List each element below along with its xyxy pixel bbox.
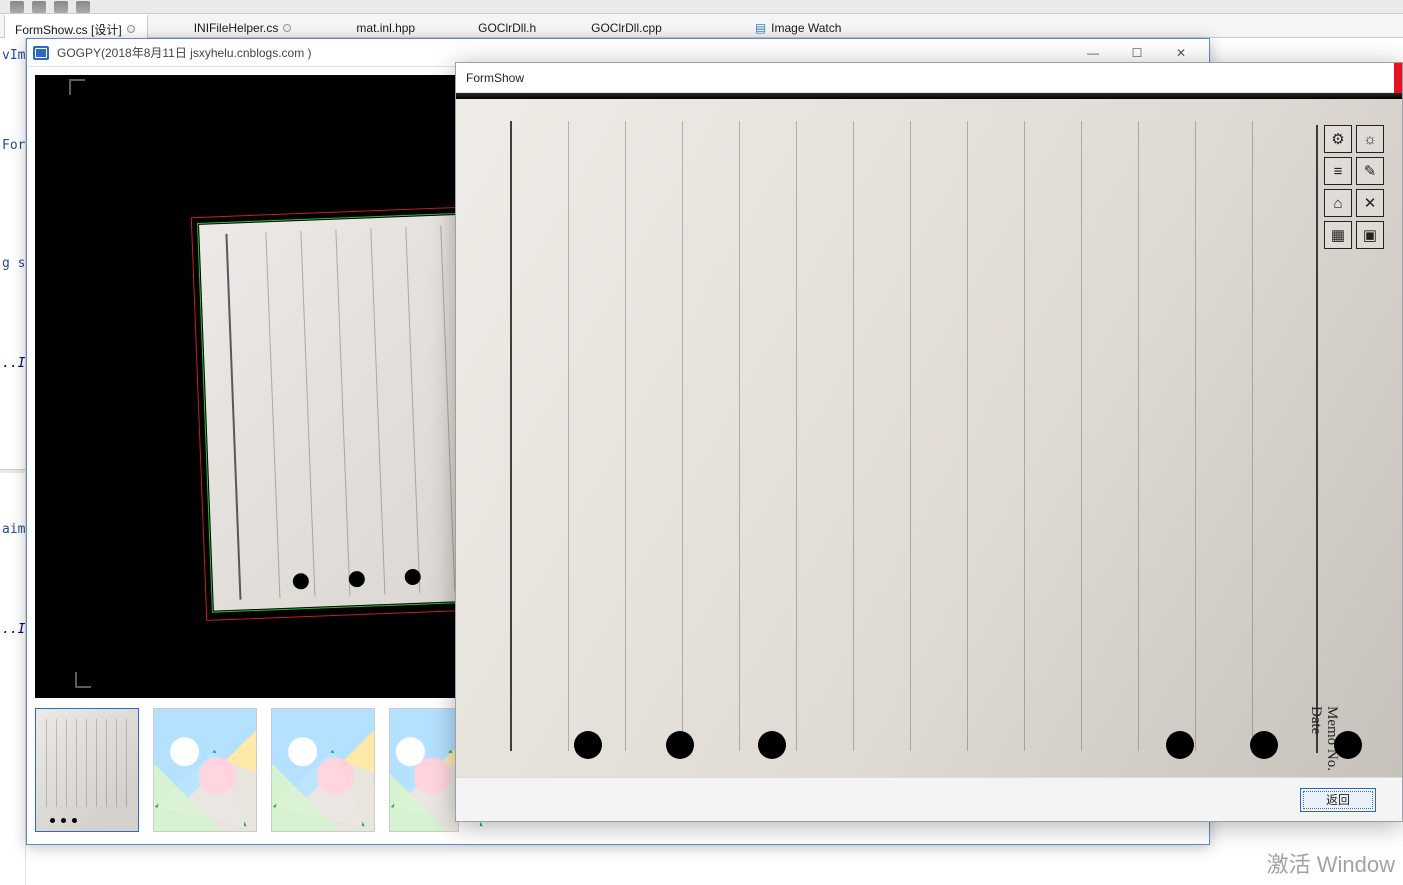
tab-mat-inl[interactable]: mat.inl.hpp [346,14,428,37]
pin-icon[interactable] [127,25,135,33]
thumbnail-item[interactable] [389,708,459,832]
thumbnail-item[interactable] [35,708,139,832]
code-fragment: ..Im [2,622,26,637]
document-tabstrip: FormShow.cs [设计] INIFileHelper.cs mat.in… [0,14,1403,38]
code-fragment: vImag [2,48,26,63]
formshow-titlebar[interactable]: FormShow [456,63,1402,93]
close-button[interactable] [1394,63,1402,93]
stamp-icon: ▣ [1356,221,1384,249]
formshow-footer: 返回 [456,777,1402,821]
formshow-window: FormShow ⚙ ☼ ≡ ✎ ⌂ ✕ [455,62,1403,822]
app-icon [33,46,49,60]
code-gutter: vImag For g st ..Im aim ..Im [0,38,26,885]
code-fragment: ..Im [2,356,26,371]
toolbar-icon [10,1,24,13]
tab-label: mat.inl.hpp [356,21,415,35]
scanned-image[interactable]: ⚙ ☼ ≡ ✎ ⌂ ✕ ▦ ▣ Memo No. Date [456,99,1402,777]
stamp-icons: ⚙ ☼ ≡ ✎ ⌂ ✕ ▦ ▣ [1324,125,1384,249]
tab-goclrdll-cpp[interactable]: GOClrDll.cpp [581,14,675,37]
tab-inifilehelper[interactable]: INIFileHelper.cs [184,14,305,37]
ide-toolbar[interactable] [0,0,1403,14]
crop-corner-icon [75,672,91,688]
window-title: GOGPY(2018年8月11日 jsxyhelu.cnblogs.com ) [57,44,1063,61]
return-button[interactable]: 返回 [1300,788,1376,812]
stamp-icon: ▦ [1324,221,1352,249]
memo-column: ⚙ ☼ ≡ ✎ ⌂ ✕ ▦ ▣ Memo No. Date [1316,125,1392,753]
tab-label: FormShow.cs [设计] [15,21,122,38]
code-fragment: g st [2,256,26,271]
toolbar-icon [54,1,68,13]
stamp-icon: ⚙ [1324,125,1352,153]
stamp-icon: ⌂ [1324,189,1352,217]
crop-corner-icon [69,79,85,95]
code-fragment: For [2,138,25,153]
close-icon: ✕ [1176,46,1186,60]
tab-formshow-design[interactable]: FormShow.cs [设计] [4,14,148,38]
thumbnail-item[interactable] [153,708,257,832]
thumbnail-item[interactable] [271,708,375,832]
tab-label: INIFileHelper.cs [194,21,279,35]
tab-image-watch[interactable]: ▤ Image Watch [745,14,855,37]
stamp-icon: ✎ [1356,157,1384,185]
tab-label: Image Watch [771,21,841,35]
windows-activation-watermark: 激活 Window [1267,847,1395,879]
tab-goclrdll-h[interactable]: GOClrDll.h [468,14,549,37]
pin-icon[interactable] [283,24,291,32]
paper-holes-left [574,731,786,759]
minimize-icon: — [1087,46,1099,60]
maximize-icon: ☐ [1132,46,1143,60]
stamp-icon: ✕ [1356,189,1384,217]
code-fragment: aim [2,522,25,537]
paper-holes-right [1166,731,1362,759]
preview-icon: ▤ [755,21,766,35]
stamp-icon: ≡ [1324,157,1352,185]
stamp-icon: ☼ [1356,125,1384,153]
tab-label: GOClrDll.h [478,21,536,35]
toolbar-icon [76,1,90,13]
tab-label: GOClrDll.cpp [591,21,662,35]
toolbar-icon [32,1,46,13]
window-title: FormShow [466,71,524,85]
formshow-body: ⚙ ☼ ≡ ✎ ⌂ ✕ ▦ ▣ Memo No. Date [456,93,1402,777]
